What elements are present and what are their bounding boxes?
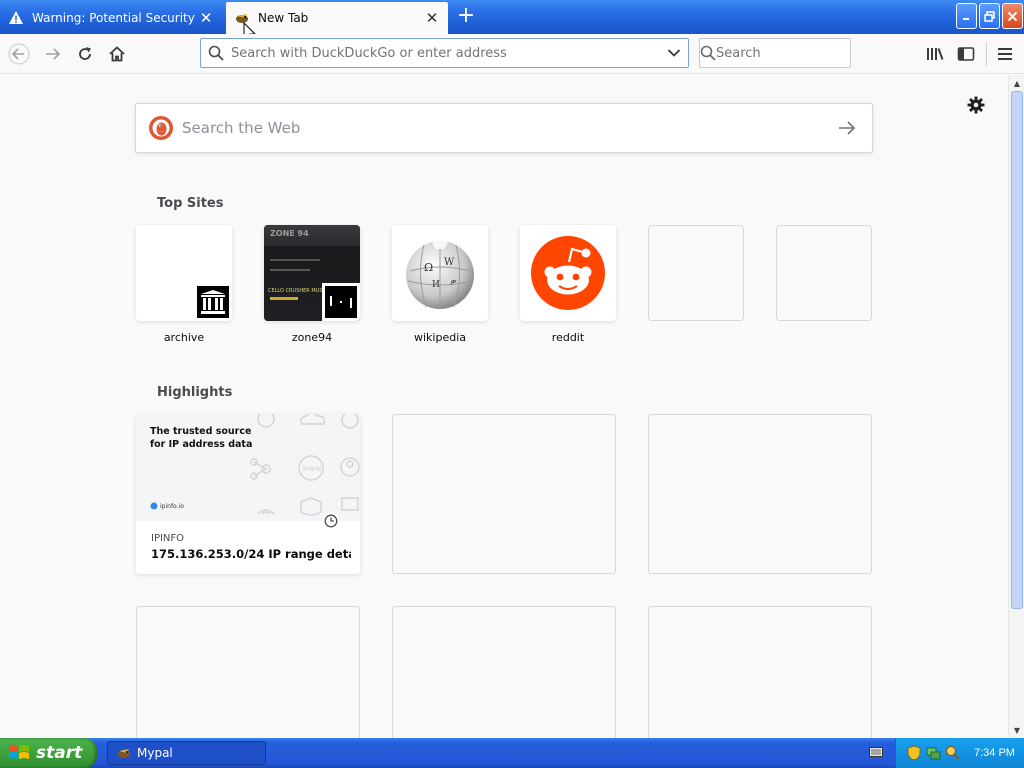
highlight-card-empty (648, 414, 872, 574)
clock: 7:34 PM (974, 747, 1015, 759)
taskbar-item-mypal[interactable]: Mypal (107, 741, 266, 765)
zone94-logo-icon (322, 283, 360, 321)
duckduckgo-logo-icon (148, 115, 174, 141)
close-tab-icon[interactable]: ✕ (198, 10, 214, 26)
svg-text:W: W (444, 257, 455, 268)
ipinfo-logo-icon (150, 502, 158, 510)
close-window-button[interactable] (1002, 3, 1023, 29)
reddit-logo-icon (531, 236, 605, 310)
svg-text:И: И (432, 280, 440, 290)
tab-new-tab[interactable]: New Tab ✕ (226, 2, 448, 34)
mypal-bird-icon (118, 749, 130, 758)
scroll-up-arrow-icon[interactable]: ▲ (1009, 75, 1024, 91)
warning-icon (8, 10, 24, 26)
search-icon (201, 45, 231, 61)
keyboard-icon[interactable] (869, 746, 883, 758)
highlights-heading: Highlights (157, 385, 233, 400)
home-icon (109, 46, 125, 62)
zone94-thumb-heading: ZONE 94 (270, 229, 309, 238)
search-magnifier-icon[interactable] (944, 745, 960, 761)
search-icon (700, 45, 716, 61)
system-tray: 7:34 PM (895, 738, 1024, 768)
web-search-input[interactable] (182, 119, 822, 137)
top-site-archive[interactable] (136, 225, 232, 321)
address-bar[interactable] (200, 38, 689, 68)
clock-icon (322, 512, 340, 530)
top-site-label: zone94 (291, 331, 333, 344)
sidebar-icon (957, 47, 975, 61)
new-tab-button[interactable]: + (452, 4, 480, 30)
top-site-zone94[interactable]: ZONE 94 CELLO CRUSHER MUSIC - M (264, 225, 360, 321)
top-site-reddit[interactable] (520, 225, 616, 321)
navigation-toolbar (0, 34, 1024, 74)
search-bar[interactable] (699, 38, 886, 68)
back-arrow-icon (8, 43, 30, 65)
svg-text:ዎ: ዎ (450, 278, 456, 288)
arrow-right-icon[interactable] (822, 120, 872, 136)
svg-text:www: www (302, 464, 322, 473)
back-button[interactable] (5, 40, 33, 68)
highlight-card-ipinfo[interactable]: www The trusted source for IP address da… (136, 414, 360, 574)
highlight-title: 175.136.253.0/24 IP range detail... (151, 547, 351, 561)
top-site-empty (648, 225, 744, 321)
forward-arrow-icon (46, 48, 61, 60)
vertical-scrollbar[interactable]: ▲ ▼ (1008, 75, 1024, 738)
tab-security-warning[interactable]: Warning: Potential Security Risk Ahead ✕ (0, 2, 222, 34)
preview-brand: ipinfo.io (150, 502, 184, 510)
scroll-down-arrow-icon[interactable]: ▼ (1009, 722, 1024, 738)
tab-title: New Tab (258, 11, 309, 25)
search-input[interactable] (716, 45, 886, 61)
library-button[interactable] (921, 40, 949, 68)
library-icon (927, 48, 944, 60)
restore-button[interactable] (979, 3, 1000, 29)
windows-taskbar: start Mypal 7:34 PM (0, 738, 1024, 768)
url-input[interactable] (231, 45, 660, 61)
reload-button[interactable] (71, 40, 99, 68)
highlight-card-empty (392, 606, 616, 738)
hamburger-menu-icon (998, 48, 1012, 60)
tab-title: Warning: Potential Security Risk Ahead (32, 11, 198, 25)
toolbar-divider (986, 42, 987, 66)
sidebar-button[interactable] (952, 40, 980, 68)
security-shield-icon[interactable] (906, 745, 922, 761)
home-button[interactable] (103, 40, 131, 68)
preview-headline: The trusted source for IP address data (150, 426, 253, 450)
scrollbar-thumb[interactable] (1011, 91, 1023, 609)
highlight-card-empty (392, 414, 616, 574)
preview-pattern: www (250, 414, 360, 516)
top-site-empty (776, 225, 872, 321)
new-tab-page: Top Sites archive ZONE 94 CELLO CRUSHER … (0, 75, 1008, 738)
start-label: start (36, 743, 83, 763)
gear-icon (967, 96, 985, 114)
top-sites-heading: Top Sites (157, 196, 224, 211)
start-button[interactable]: start (0, 738, 97, 768)
customize-button[interactable] (965, 94, 987, 116)
highlight-site: IPINFO (151, 533, 185, 544)
highlight-card-empty (648, 606, 872, 738)
network-icon[interactable] (925, 745, 941, 761)
wikipedia-globe-icon: Ω W И ዎ (406, 239, 474, 309)
tab-strip: Warning: Potential Security Risk Ahead ✕… (0, 0, 1024, 43)
archive-logo-icon (194, 283, 232, 321)
forward-button[interactable] (39, 40, 67, 68)
top-site-label: reddit (551, 331, 585, 344)
task-label: Mypal (137, 746, 173, 760)
close-tab-icon[interactable]: ✕ (424, 10, 440, 26)
chevron-down-icon[interactable] (660, 48, 688, 58)
top-site-label: archive (163, 331, 205, 344)
web-search-box[interactable] (135, 103, 873, 153)
top-site-wikipedia[interactable]: Ω W И ዎ (392, 225, 488, 321)
top-site-label: wikipedia (413, 331, 466, 344)
svg-text:Ω: Ω (424, 261, 433, 274)
minimize-button[interactable] (956, 3, 977, 29)
reload-icon (79, 47, 91, 60)
menu-button[interactable] (991, 40, 1019, 68)
highlight-card-empty (136, 606, 360, 738)
windows-flag-icon (9, 745, 29, 759)
highlight-preview: www The trusted source for IP address da… (136, 414, 360, 521)
